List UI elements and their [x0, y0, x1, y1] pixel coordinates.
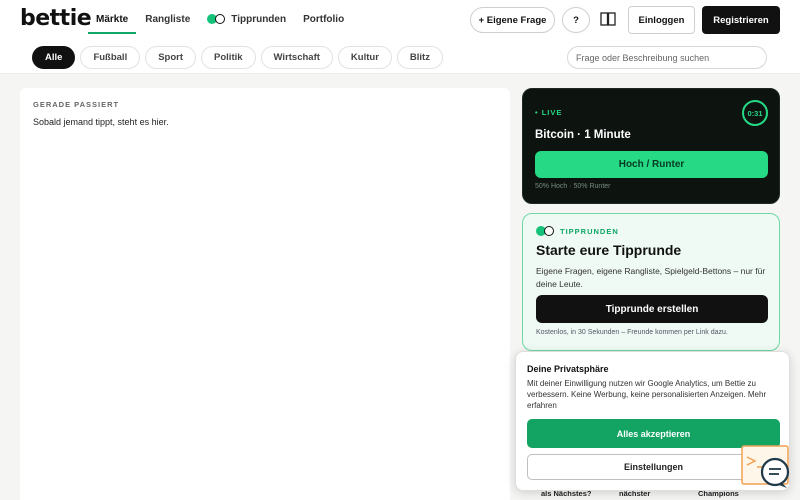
- chip-fussball[interactable]: Fußball: [80, 46, 141, 69]
- toggle-icon: [207, 14, 226, 25]
- create-tipprunde-button[interactable]: Tipprunde erstellen: [536, 295, 768, 323]
- live-market-title: Bitcoin · 1 Minute: [535, 129, 631, 141]
- top-header: bettie Märkte Rangliste Tipprunden Portf…: [0, 0, 800, 40]
- tipprunden-card: TIPPRUNDEN Starte eure Tipprunde Eigene …: [522, 213, 780, 351]
- live-market-card[interactable]: • LIVE 0:31 Bitcoin · 1 Minute Hoch / Ru…: [522, 88, 780, 204]
- feed-title: GERADE PASSIERT: [33, 100, 120, 109]
- own-question-button[interactable]: + Eigene Frage: [470, 7, 555, 33]
- toggle-icon: [536, 226, 555, 236]
- chip-wirtschaft[interactable]: Wirtschaft: [260, 46, 333, 69]
- help-button[interactable]: ?: [562, 7, 590, 33]
- nav-item-rangliste[interactable]: Rangliste: [145, 0, 190, 40]
- tipprunden-badge: TIPPRUNDEN: [536, 226, 619, 236]
- chip-alle[interactable]: Alle: [32, 46, 76, 69]
- countdown-timer: 0:31: [742, 100, 768, 126]
- tipprunden-badge-label: TIPPRUNDEN: [560, 226, 619, 236]
- logo[interactable]: bettie: [20, 6, 92, 31]
- cookie-text: Mit deiner Einwilligung nutzen wir Googl…: [527, 379, 767, 410]
- accept-all-button[interactable]: Alles akzeptieren: [527, 419, 780, 448]
- nav-item-portfolio[interactable]: Portfolio: [303, 0, 344, 40]
- main-nav: Märkte Rangliste Tipprunden Portfolio: [87, 0, 361, 40]
- login-button[interactable]: Einloggen: [628, 6, 695, 34]
- cookie-title: Deine Privatsphäre: [527, 364, 609, 374]
- chip-politik[interactable]: Politik: [201, 46, 256, 69]
- chip-blitz[interactable]: Blitz: [396, 46, 443, 69]
- live-split-text: 50% Hoch · 50% Runter: [535, 183, 611, 190]
- nav-item-tipprunden[interactable]: Tipprunden: [207, 0, 286, 40]
- up-down-button[interactable]: Hoch / Runter: [535, 151, 768, 178]
- tipprunden-title: Starte eure Tipprunde: [536, 242, 682, 258]
- live-badge: • LIVE: [535, 108, 563, 117]
- tipprunden-description: Eigene Fragen, eigene Rangliste, Spielge…: [536, 266, 766, 289]
- nav-item-tipprunden-label: Tipprunden: [231, 14, 287, 25]
- search-input[interactable]: [567, 46, 767, 69]
- register-button[interactable]: Registrieren: [702, 6, 780, 34]
- filter-bar: Alle Fußball Sport Politik Wirtschaft Ku…: [0, 40, 800, 74]
- activity-feed: GERADE PASSIERT Sobald jemand tippt, ste…: [20, 88, 510, 500]
- book-icon[interactable]: [600, 12, 616, 26]
- category-chips: Alle Fußball Sport Politik Wirtschaft Ku…: [32, 46, 448, 69]
- nav-item-maerkte[interactable]: Märkte: [87, 0, 137, 40]
- feed-empty-text: Sobald jemand tippt, steht es hier.: [33, 117, 169, 127]
- chat-support-icon[interactable]: [741, 445, 791, 490]
- chip-kultur[interactable]: Kultur: [337, 46, 392, 69]
- tipprunden-note: Kostenlos, in 30 Sekunden – Freunde komm…: [536, 329, 728, 336]
- chip-sport[interactable]: Sport: [145, 46, 197, 69]
